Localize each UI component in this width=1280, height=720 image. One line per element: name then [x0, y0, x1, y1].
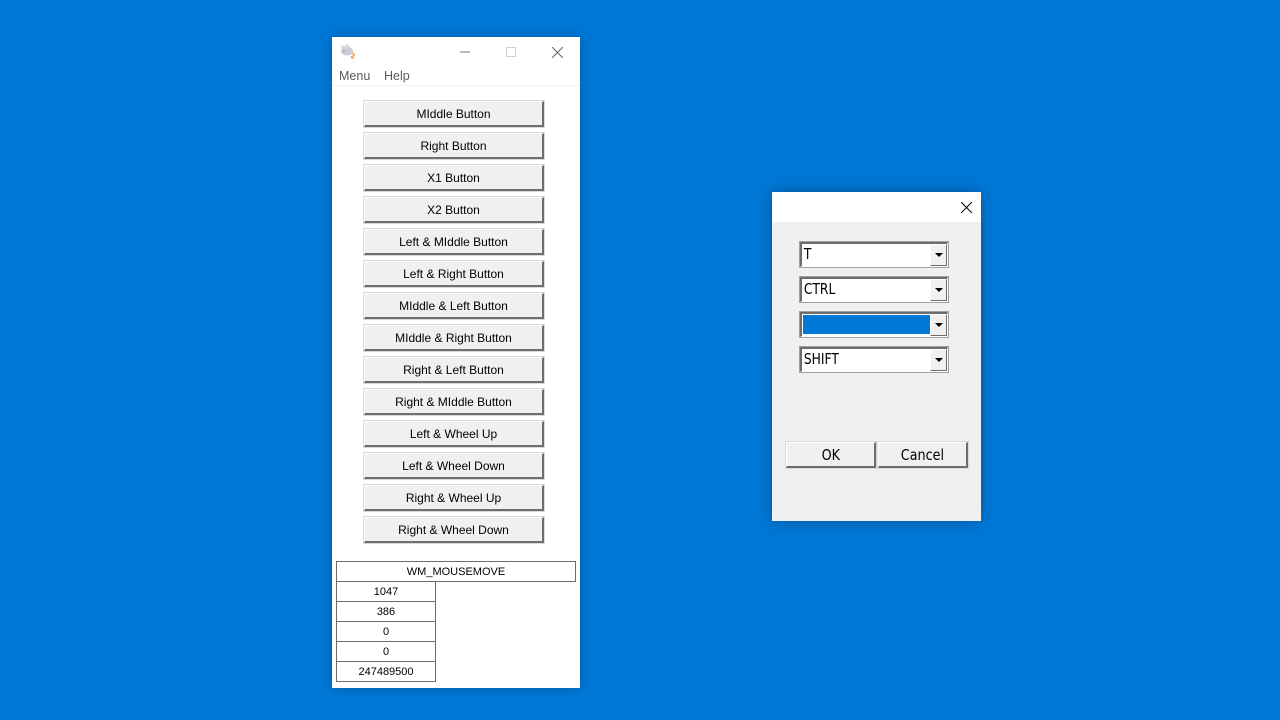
- middle-button[interactable]: MIddle Button: [363, 100, 545, 128]
- mouse-tester-window: Menu Help MIddle Button Right Button X1 …: [332, 37, 580, 688]
- mouse-button-list: MIddle Button Right Button X1 Button X2 …: [363, 100, 545, 549]
- modifier1-combo-value: CTRL: [803, 280, 836, 298]
- key-assign-dialog: T CTRL SHIFT OK Cancel: [772, 192, 981, 521]
- left-right-button[interactable]: Left & Right Button: [363, 260, 545, 288]
- x1-button[interactable]: X1 Button: [363, 164, 545, 192]
- chevron-down-icon: [934, 358, 943, 362]
- message-value-time: 247489500: [336, 662, 436, 682]
- dialog-close-button[interactable]: [951, 192, 981, 222]
- right-middle-button[interactable]: Right & MIddle Button: [363, 388, 545, 416]
- middle-left-button[interactable]: MIddle & Left Button: [363, 292, 545, 320]
- key-combo-value: T: [803, 245, 812, 263]
- message-value-x: 1047: [336, 582, 436, 602]
- left-middle-button[interactable]: Left & MIddle Button: [363, 228, 545, 256]
- minimize-button[interactable]: [442, 37, 488, 67]
- cancel-button-label: Cancel: [900, 445, 945, 464]
- modifier1-combo-dropdown[interactable]: [930, 279, 947, 301]
- maximize-icon: [506, 47, 516, 57]
- close-icon: [551, 46, 563, 58]
- modifier2-combo-dropdown[interactable]: [930, 314, 947, 336]
- right-button[interactable]: Right Button: [363, 132, 545, 160]
- message-name: WM_MOUSEMOVE: [336, 561, 576, 582]
- chevron-down-icon: [934, 288, 943, 292]
- ok-button-label: OK: [821, 445, 840, 464]
- message-value-wparam: 0: [336, 622, 436, 642]
- x2-button[interactable]: X2 Button: [363, 196, 545, 224]
- key-combo[interactable]: T: [799, 241, 949, 268]
- right-wheel-down-button[interactable]: Right & Wheel Down: [363, 516, 545, 544]
- menu-bar: Menu Help: [332, 67, 580, 86]
- minimize-icon: [460, 51, 470, 53]
- chevron-down-icon: [934, 253, 943, 257]
- message-value-y: 386: [336, 602, 436, 622]
- right-wheel-up-button[interactable]: Right & Wheel Up: [363, 484, 545, 512]
- menu-item-menu[interactable]: Menu: [339, 69, 370, 83]
- title-bar[interactable]: [332, 37, 580, 67]
- message-value-extra: 0: [336, 642, 436, 662]
- close-icon: [960, 201, 972, 213]
- maximize-button[interactable]: [488, 37, 534, 67]
- dialog-title-bar[interactable]: [772, 192, 981, 222]
- left-wheel-down-button[interactable]: Left & Wheel Down: [363, 452, 545, 480]
- close-button[interactable]: [534, 37, 580, 67]
- message-panel: WM_MOUSEMOVE 1047 386 0 0 247489500: [336, 561, 576, 682]
- left-wheel-up-button[interactable]: Left & Wheel Up: [363, 420, 545, 448]
- modifier1-combo[interactable]: CTRL: [799, 276, 949, 303]
- right-left-button[interactable]: Right & Left Button: [363, 356, 545, 384]
- modifier2-combo-value: [803, 314, 906, 335]
- mouse-app-icon: [340, 44, 358, 60]
- key-combo-dropdown[interactable]: [930, 244, 947, 266]
- modifier3-combo-value: SHIFT: [803, 350, 839, 368]
- middle-right-button[interactable]: MIddle & Right Button: [363, 324, 545, 352]
- ok-button[interactable]: OK: [785, 441, 877, 469]
- modifier2-combo[interactable]: [799, 311, 949, 338]
- modifier3-combo[interactable]: SHIFT: [799, 346, 949, 373]
- chevron-down-icon: [934, 323, 943, 327]
- menu-item-help[interactable]: Help: [384, 69, 410, 83]
- modifier3-combo-dropdown[interactable]: [930, 349, 947, 371]
- cancel-button[interactable]: Cancel: [877, 441, 969, 469]
